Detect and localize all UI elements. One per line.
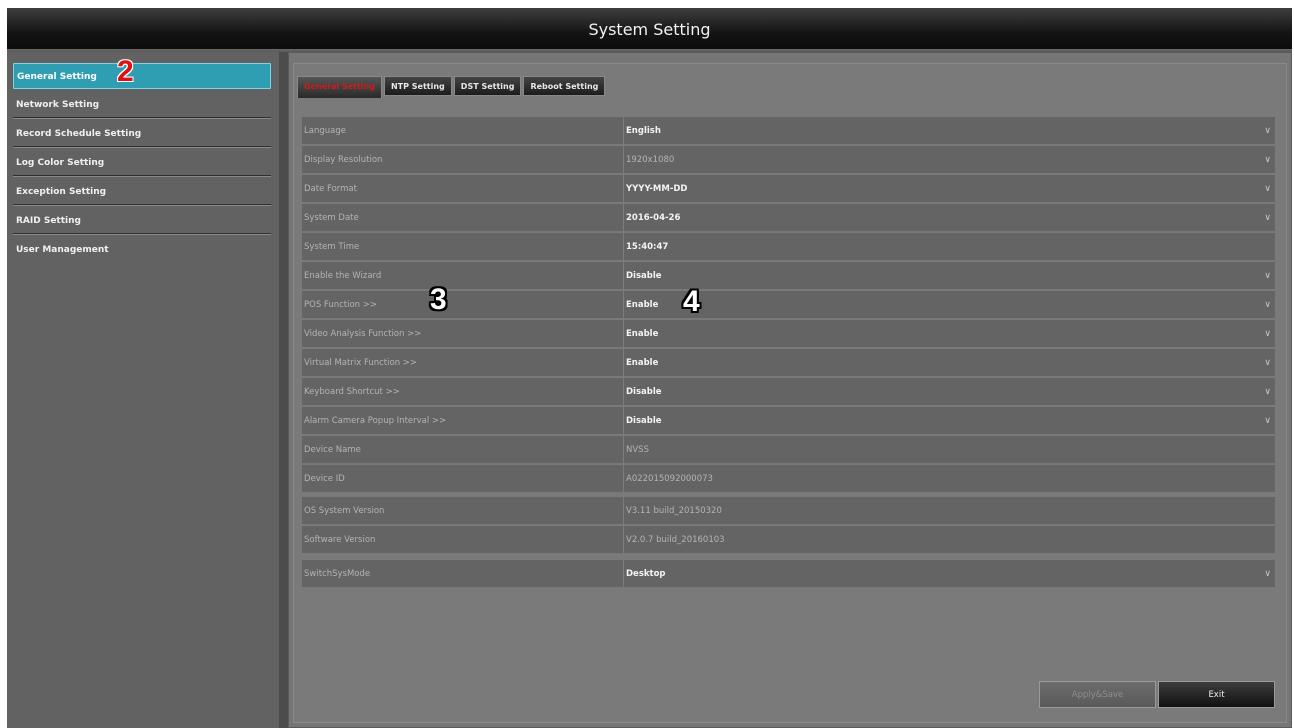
tab-bar: General Setting NTP Setting DST Setting … [297, 76, 606, 98]
setting-dropdown-value[interactable]: 2016-04-26 [626, 204, 680, 232]
setting-label: Keyboard Shortcut >> [304, 387, 400, 397]
column-divider [623, 146, 624, 174]
column-divider [623, 407, 624, 435]
sidebar-item-log-color-setting[interactable]: Log Color Setting [13, 150, 271, 176]
setting-row: System Date 2016-04-26 ∨ [302, 204, 1275, 232]
setting-label: Display Resolution [304, 155, 383, 165]
setting-value[interactable]: 15:40:47 [626, 233, 668, 261]
setting-label: Alarm Camera Popup Interval >> [304, 416, 447, 426]
setting-dropdown-value: 1920x1080 [626, 155, 675, 165]
setting-label: Language [304, 126, 346, 136]
column-divider [623, 465, 624, 493]
chevron-down-icon[interactable]: ∨ [1264, 204, 1271, 232]
column-divider [623, 262, 624, 290]
setting-label: Enable the Wizard [304, 271, 382, 281]
sidebar-item-exception-setting[interactable]: Exception Setting [13, 179, 271, 205]
setting-row: Video Analysis Function >> Enable ∨ [302, 320, 1275, 348]
tab-dst-setting[interactable]: DST Setting [453, 76, 522, 96]
setting-label: OS System Version [304, 506, 385, 516]
setting-row: Date Format YYYY-MM-DD ∨ [302, 175, 1275, 203]
chevron-down-icon[interactable]: ∨ [1264, 378, 1271, 406]
chevron-down-icon[interactable]: ∨ [1264, 560, 1271, 588]
setting-row: Language English ∨ [302, 117, 1275, 145]
column-divider [623, 349, 624, 377]
window-title: System Setting [588, 20, 711, 39]
column-divider [623, 204, 624, 232]
column-divider [623, 378, 624, 406]
column-divider [623, 560, 624, 588]
tab-ntp-setting[interactable]: NTP Setting [383, 76, 452, 96]
setting-dropdown-value[interactable]: Enable [626, 320, 658, 348]
sidebar-item-user-management[interactable]: User Management [13, 237, 271, 263]
setting-label: POS Function >> [304, 300, 378, 310]
chevron-down-icon[interactable]: ∨ [1264, 262, 1271, 290]
chevron-down-icon[interactable]: ∨ [1264, 291, 1271, 319]
title-bar: System Setting [7, 8, 1292, 50]
column-divider [623, 233, 624, 261]
setting-label: Device Name [304, 445, 361, 455]
chevron-down-icon[interactable]: ∨ [1264, 349, 1271, 377]
setting-row: Alarm Camera Popup Interval >> Disable ∨ [302, 407, 1275, 435]
setting-row: Display Resolution 1920x1080 ∨ [302, 146, 1275, 174]
setting-label: Software Version [304, 535, 376, 545]
setting-label: System Time [304, 242, 360, 252]
setting-row: Software Version V2.0.7 build_20160103 [302, 526, 1275, 554]
sidebar-item-raid-setting[interactable]: RAID Setting [13, 208, 271, 234]
setting-row: POS Function >> Enable ∨ [302, 291, 1275, 319]
setting-label: Date Format [304, 184, 357, 194]
sidebar-item-general-setting[interactable]: General Setting [13, 63, 271, 89]
chevron-down-icon[interactable]: ∨ [1264, 407, 1271, 435]
setting-row: Device ID A022015092000073 [302, 465, 1275, 493]
setting-dropdown-value[interactable]: Disable [626, 378, 662, 406]
setting-row: Keyboard Shortcut >> Disable ∨ [302, 378, 1275, 406]
setting-dropdown-value[interactable]: Enable [626, 349, 658, 377]
setting-label: SwitchSysMode [304, 569, 371, 579]
column-divider [623, 175, 624, 203]
setting-value: V2.0.7 build_20160103 [626, 535, 725, 545]
setting-dropdown-value[interactable]: Disable [626, 262, 662, 290]
sidebar-divider [279, 52, 288, 728]
column-divider [623, 497, 624, 525]
setting-value: NVSS [626, 445, 649, 455]
setting-label: Virtual Matrix Function >> [304, 358, 418, 368]
setting-row: Enable the Wizard Disable ∨ [302, 262, 1275, 290]
setting-dropdown-value[interactable]: Enable [626, 291, 658, 319]
setting-value: V3.11 build_20150320 [626, 506, 722, 516]
annotation-marker-3: 3 [430, 283, 447, 316]
sidebar-item-network-setting[interactable]: Network Setting [13, 92, 271, 118]
setting-row: Device Name NVSS [302, 436, 1275, 464]
setting-dropdown-value[interactable]: Desktop [626, 560, 666, 588]
setting-label: Device ID [304, 474, 345, 484]
sidebar: General Setting Network Setting Record S… [7, 52, 279, 728]
chevron-down-icon[interactable]: ∨ [1264, 146, 1271, 174]
column-divider [623, 320, 624, 348]
setting-dropdown-value[interactable]: YYYY-MM-DD [626, 175, 687, 203]
chevron-down-icon[interactable]: ∨ [1264, 175, 1271, 203]
setting-row: SwitchSysMode Desktop ∨ [302, 560, 1275, 588]
tab-general-setting[interactable]: General Setting [297, 76, 382, 98]
tab-reboot-setting[interactable]: Reboot Setting [523, 76, 606, 96]
setting-row: System Time 15:40:47 [302, 233, 1275, 261]
setting-label: Video Analysis Function >> [304, 329, 422, 339]
column-divider [623, 526, 624, 554]
exit-button[interactable]: Exit [1158, 681, 1275, 708]
setting-label: System Date [304, 213, 359, 223]
column-divider [623, 117, 624, 145]
column-divider [623, 436, 624, 464]
setting-dropdown-value[interactable]: Disable [626, 407, 662, 435]
annotation-marker-4: 4 [683, 285, 700, 318]
setting-row: Virtual Matrix Function >> Enable ∨ [302, 349, 1275, 377]
apply-save-button[interactable]: Apply&Save [1039, 681, 1156, 708]
annotation-marker-2: 2 [117, 55, 134, 88]
setting-dropdown-value[interactable]: English [626, 117, 661, 145]
column-divider [623, 291, 624, 319]
chevron-down-icon[interactable]: ∨ [1264, 320, 1271, 348]
chevron-down-icon[interactable]: ∨ [1264, 117, 1271, 145]
sidebar-item-record-schedule-setting[interactable]: Record Schedule Setting [13, 121, 271, 147]
setting-row: OS System Version V3.11 build_20150320 [302, 497, 1275, 525]
setting-value: A022015092000073 [626, 474, 713, 484]
